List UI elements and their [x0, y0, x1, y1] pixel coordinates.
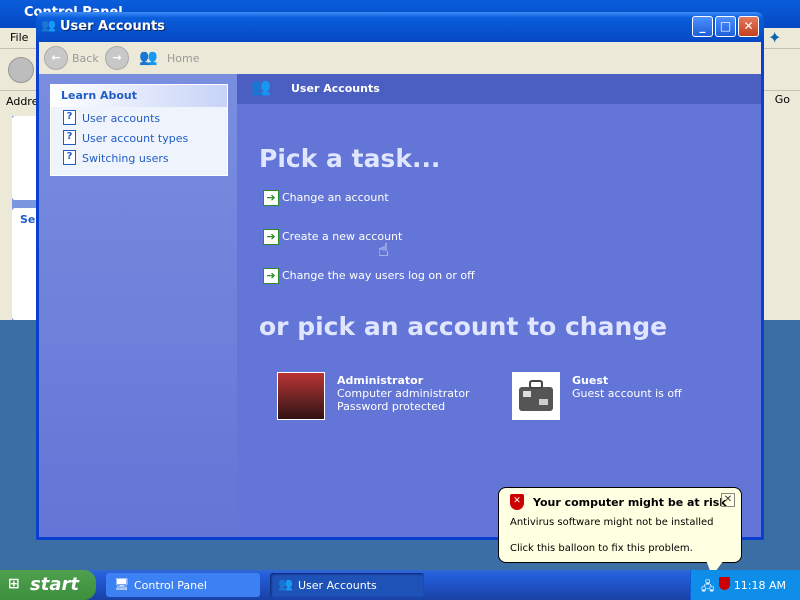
task-label: Change the way users log on or off	[282, 269, 475, 282]
windows-logo-icon: ✦	[768, 28, 782, 47]
suitcase-avatar	[512, 372, 560, 420]
home-icon[interactable]: 👥	[139, 48, 158, 66]
learn-about-panel: Learn About ? User accounts ? User accou…	[50, 84, 228, 176]
chess-avatar	[277, 372, 325, 420]
users-icon: 👥	[278, 577, 293, 591]
close-button[interactable]: ✕	[738, 16, 759, 37]
main-header-title: User Accounts	[291, 82, 380, 95]
taskbar: ⊞ start 🖥 Control Panel 👥 User Accounts …	[0, 570, 800, 600]
learn-item-label: User accounts	[82, 112, 161, 125]
go-button[interactable]: Go	[775, 93, 790, 106]
account-guest[interactable]: Guest Guest account is off	[512, 372, 742, 424]
security-shield-icon[interactable]	[719, 577, 730, 590]
taskbar-item-label: User Accounts	[298, 579, 377, 592]
forward-icon[interactable]: →	[105, 46, 129, 70]
sidebar: Learn About ? User accounts ? User accou…	[39, 74, 237, 537]
account-type: Computer administrator	[337, 387, 470, 400]
clock[interactable]: 11:18 AM	[734, 579, 786, 592]
learn-item-label: User account types	[82, 132, 189, 145]
window-title: User Accounts	[60, 19, 165, 34]
start-label: start	[30, 574, 79, 595]
learn-item-label: Switching users	[82, 152, 169, 165]
learn-about-heading: Learn About	[51, 85, 227, 107]
balloon-instruction: Click this balloon to fix this problem.	[510, 543, 693, 554]
window-toolbar: ← Back → 👥 Home	[39, 42, 761, 74]
account-status: Guest account is off	[572, 387, 682, 400]
window-titlebar[interactable]: 👥 User Accounts _ □ ✕	[36, 12, 764, 42]
learn-item-switching-users[interactable]: ? Switching users	[51, 147, 227, 167]
windows-logo-icon: ⊞	[8, 576, 20, 592]
home-button[interactable]: Home	[167, 52, 199, 65]
account-status: Password protected	[337, 400, 446, 413]
help-icon: ?	[63, 130, 76, 145]
control-panel-icon: 🖥	[114, 577, 130, 591]
taskbar-item-user-accounts[interactable]: 👥 User Accounts	[270, 573, 424, 597]
maximize-button[interactable]: □	[715, 16, 736, 37]
main-pane: 👥 User Accounts Pick a task... ➔ Change a…	[237, 74, 761, 537]
task-change-logon[interactable]: ➔ Change the way users log on or off	[263, 268, 475, 286]
help-icon: ?	[63, 110, 76, 125]
back-button[interactable]: Back	[72, 52, 99, 65]
network-icon[interactable]: 🖧	[701, 577, 714, 598]
pick-task-heading: Pick a task...	[259, 144, 441, 173]
account-name: Administrator	[337, 374, 424, 387]
balloon-close-button[interactable]: ✕	[721, 493, 735, 507]
arrow-icon: ➔	[263, 229, 279, 245]
taskbar-item-label: Control Panel	[134, 579, 207, 592]
account-name: Guest	[572, 374, 609, 387]
user-accounts-window: 👥 User Accounts _ □ ✕ ← Back → 👥 Home Le…	[36, 12, 764, 540]
taskbar-item-control-panel[interactable]: 🖥 Control Panel	[106, 573, 260, 597]
learn-item-user-accounts[interactable]: ? User accounts	[51, 107, 227, 127]
account-administrator[interactable]: Administrator Computer administrator Pas…	[277, 372, 507, 424]
task-change-account[interactable]: ➔ Change an account	[263, 190, 389, 208]
users-icon: 👥	[41, 18, 56, 32]
users-icon: 👥	[251, 77, 271, 96]
system-tray: 🖧 11:18 AM	[690, 570, 800, 600]
arrow-icon: ➔	[263, 268, 279, 284]
task-label: Change an account	[282, 191, 389, 204]
shield-icon: ✕	[510, 494, 524, 510]
background-back-icon[interactable]	[8, 57, 34, 83]
help-icon: ?	[63, 150, 76, 165]
security-balloon[interactable]: ✕ Your computer might be at risk ✕ Antiv…	[498, 487, 742, 563]
minimize-button[interactable]: _	[692, 16, 713, 37]
window-content: Learn About ? User accounts ? User accou…	[39, 74, 761, 537]
balloon-message: Antivirus software might not be installe…	[510, 517, 714, 528]
learn-item-account-types[interactable]: ? User account types	[51, 127, 227, 147]
hand-cursor-icon: ☝	[378, 240, 389, 261]
arrow-icon: ➔	[263, 190, 279, 206]
main-header: 👥 User Accounts	[237, 74, 761, 104]
start-button[interactable]: ⊞ start	[0, 570, 96, 600]
pick-account-heading: or pick an account to change	[259, 312, 668, 341]
back-icon[interactable]: ←	[44, 46, 68, 70]
balloon-title: Your computer might be at risk	[533, 496, 727, 509]
